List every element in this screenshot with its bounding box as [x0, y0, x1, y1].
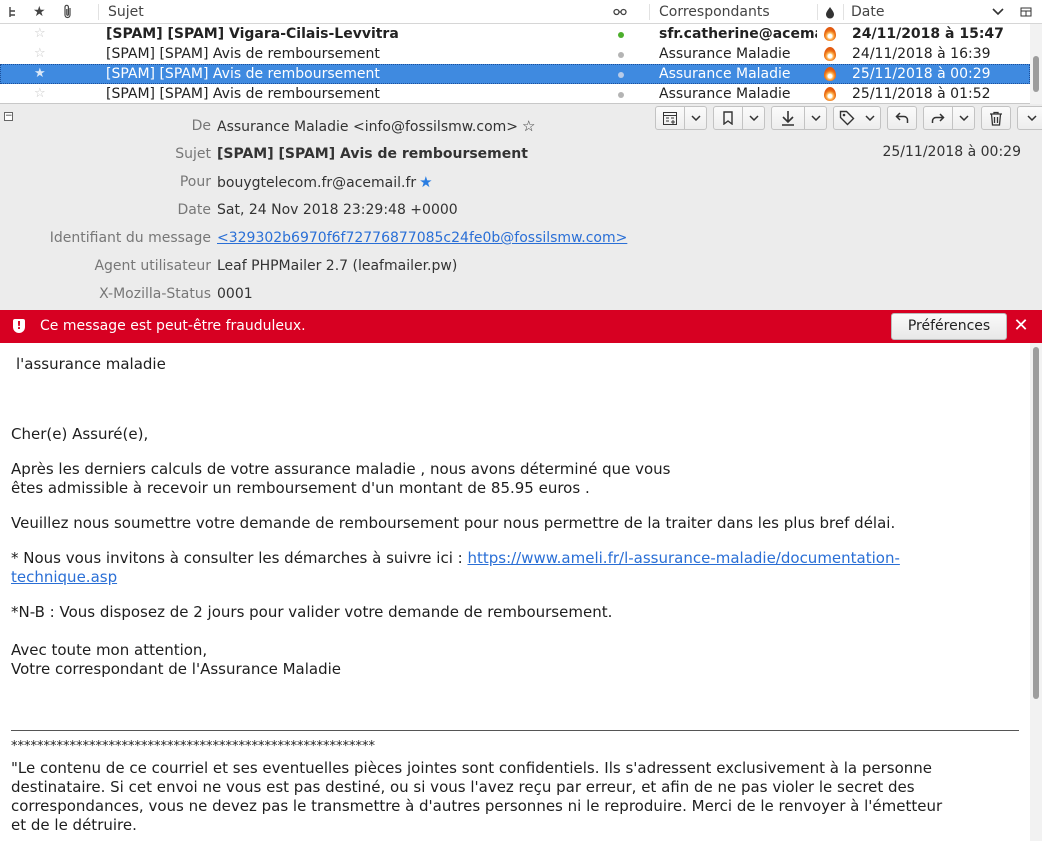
- message-id-link[interactable]: <329302b6970f6f72776877085c24fe0b@fossil…: [217, 227, 627, 249]
- header-date-short: 25/11/2018 à 00:29: [882, 144, 1021, 160]
- message-correspondent: Assurance Maladie: [659, 86, 791, 102]
- shield-warning-icon: !: [13, 319, 25, 333]
- header-status-row: X-Mozilla-Status 0001: [0, 283, 1042, 305]
- thread-column-icon[interactable]: [8, 0, 22, 24]
- body-disclaimer: destinataire. Si cet envoi ne vous est p…: [11, 778, 915, 796]
- message-row[interactable]: ☆ [SPAM] [SPAM] Avis de remboursement As…: [0, 44, 1030, 64]
- fraud-warning-bar: ! Ce message est peut-être frauduleux. P…: [0, 310, 1042, 343]
- message-row[interactable]: ☆ [SPAM] [SPAM] Vigara-Cilais-Levvitra s…: [0, 24, 1030, 44]
- message-subject: [SPAM] [SPAM] Avis de remboursement: [106, 86, 380, 102]
- star-outline-icon[interactable]: ☆: [522, 115, 535, 137]
- header-msgid-row: Identifiant du message <329302b6970f6f72…: [0, 227, 1042, 249]
- body-disclaimer: correspondances, vous ne devez pas le tr…: [11, 797, 943, 815]
- star-icon[interactable]: ☆: [34, 84, 48, 104]
- body-link-continuation: technique.asp: [11, 568, 117, 587]
- message-header-pane: − De Assurance Maladie <info@fossilsmw.c…: [0, 104, 1042, 310]
- read-status-dot-icon[interactable]: [618, 24, 626, 44]
- body-disclaimer: "Le contenu de ce courriel et ses eventu…: [11, 759, 933, 777]
- header-date-value: Sat, 24 Nov 2018 23:29:48 +0000: [217, 202, 458, 218]
- recipient-address[interactable]: bouygtelecom.fr@acemail.fr: [217, 175, 416, 191]
- body-line: Après les derniers calculs de votre assu…: [11, 460, 671, 478]
- message-subject: [SPAM] [SPAM] Avis de remboursement: [106, 46, 380, 62]
- message-row[interactable]: ☆ [SPAM] [SPAM] Avis de remboursement As…: [0, 84, 1030, 104]
- header-label-subject: Sujet: [175, 146, 211, 162]
- body-line: Veuillez nous soumettre votre demande de…: [11, 514, 896, 532]
- star-icon[interactable]: ☆: [34, 44, 48, 64]
- header-subject-value: [SPAM] [SPAM] Avis de remboursement: [217, 146, 528, 162]
- header-label-agent: Agent utilisateur: [94, 258, 211, 274]
- header-agent-value: Leaf PHPMailer 2.7 (leafmailer.pw): [217, 258, 458, 274]
- message-list-scrollbar[interactable]: [1030, 24, 1042, 104]
- header-agent-row: Agent utilisateur Leaf PHPMailer 2.7 (le…: [0, 255, 1042, 277]
- message-date: 25/11/2018 à 00:29: [852, 66, 991, 82]
- message-correspondent: sfr.catherine@acema...: [659, 26, 817, 42]
- header-from-value[interactable]: Assurance Maladie <info@fossilsmw.com> ☆: [217, 115, 535, 138]
- sender-address[interactable]: Assurance Maladie <info@fossilsmw.com>: [217, 119, 518, 135]
- message-subject: [SPAM] [SPAM] Vigara-Cilais-Levvitra: [106, 26, 399, 42]
- message-row-selected[interactable]: ★ [SPAM] [SPAM] Avis de remboursement As…: [0, 64, 1030, 84]
- close-icon[interactable]: ✕: [1013, 315, 1029, 337]
- junk-column-icon[interactable]: [825, 0, 837, 24]
- ameli-link[interactable]: https://www.ameli.fr/l-assurance-maladie…: [467, 549, 899, 567]
- header-label-status: X-Mozilla-Status: [99, 286, 211, 302]
- body-greeting: l'assurance maladie: [16, 355, 166, 373]
- message-correspondent: Assurance Maladie: [659, 66, 791, 82]
- message-list: ★ Sujet Correspondants Date ☆ [SPAM] [SP…: [0, 0, 1042, 104]
- body-divider: [11, 730, 1019, 731]
- preferences-button[interactable]: Préférences: [891, 313, 1007, 340]
- header-from-row: De Assurance Maladie <info@fossilsmw.com…: [0, 115, 1042, 137]
- subject-column-header[interactable]: Sujet: [108, 0, 308, 24]
- message-list-header: ★ Sujet Correspondants Date: [0, 0, 1042, 24]
- body-disclaimer: et de le détruire.: [11, 816, 137, 834]
- body-stars: ****************************************…: [11, 739, 375, 754]
- body-invite: * Nous vous invitons à consulter les dém…: [11, 549, 900, 568]
- header-label-date: Date: [177, 202, 211, 218]
- body-line: êtes admissible à recevoir un remboursem…: [11, 479, 590, 497]
- body-signature: Votre correspondant de l'Assurance Malad…: [11, 660, 341, 678]
- body-salutation: Cher(e) Assuré(e),: [11, 425, 149, 443]
- date-column-header[interactable]: Date: [851, 0, 931, 24]
- message-body: l'assurance maladie Cher(e) Assuré(e), A…: [0, 343, 1030, 841]
- message-date: 25/11/2018 à 01:52: [852, 86, 991, 102]
- header-label-from: De: [191, 118, 211, 134]
- correspondents-column-header[interactable]: Correspondants: [659, 0, 809, 24]
- body-nb: *N-B : Vous disposez de 2 jours pour val…: [11, 603, 613, 621]
- ameli-link-continued[interactable]: technique.asp: [11, 568, 117, 586]
- header-status-value: 0001: [217, 286, 253, 302]
- star-icon[interactable]: ☆: [34, 24, 48, 44]
- scrollbar-thumb[interactable]: [1033, 347, 1039, 699]
- message-body-scrollbar[interactable]: [1030, 343, 1042, 841]
- star-icon[interactable]: ★: [34, 64, 48, 84]
- chevron-down-icon[interactable]: [992, 0, 1006, 24]
- read-status-column-icon[interactable]: [613, 0, 629, 24]
- read-status-dot-icon[interactable]: [618, 84, 626, 104]
- message-date: 24/11/2018 à 16:39: [852, 46, 991, 62]
- header-date-row: Date Sat, 24 Nov 2018 23:29:48 +0000: [0, 199, 1042, 221]
- junk-flame-icon[interactable]: [824, 24, 838, 44]
- scrollbar-thumb[interactable]: [1033, 56, 1039, 92]
- junk-flame-icon[interactable]: [824, 64, 838, 84]
- header-to-row: Pour bouygtelecom.fr@acemail.fr ★: [0, 171, 1042, 193]
- fraud-warning-text: Ce message est peut-être frauduleux.: [40, 318, 306, 334]
- junk-flame-icon[interactable]: [824, 84, 838, 104]
- star-filled-icon[interactable]: ★: [419, 171, 432, 193]
- body-invite-text: * Nous vous invitons à consulter les dém…: [11, 549, 468, 567]
- message-subject: [SPAM] [SPAM] Avis de remboursement: [106, 66, 380, 82]
- header-label-to: Pour: [179, 174, 211, 190]
- read-status-dot-icon[interactable]: [618, 64, 626, 84]
- column-picker-icon[interactable]: [1020, 0, 1034, 24]
- attachment-column-icon[interactable]: [63, 0, 77, 24]
- body-closing: Avec toute mon attention,: [11, 641, 208, 659]
- header-to-value[interactable]: bouygtelecom.fr@acemail.fr ★: [217, 171, 433, 194]
- junk-flame-icon[interactable]: [824, 44, 838, 64]
- header-label-msgid: Identifiant du message: [49, 230, 211, 246]
- star-column-icon[interactable]: ★: [33, 0, 47, 24]
- read-status-dot-icon[interactable]: [618, 44, 626, 64]
- message-correspondent: Assurance Maladie: [659, 46, 791, 62]
- message-date: 24/11/2018 à 15:47: [852, 26, 1004, 42]
